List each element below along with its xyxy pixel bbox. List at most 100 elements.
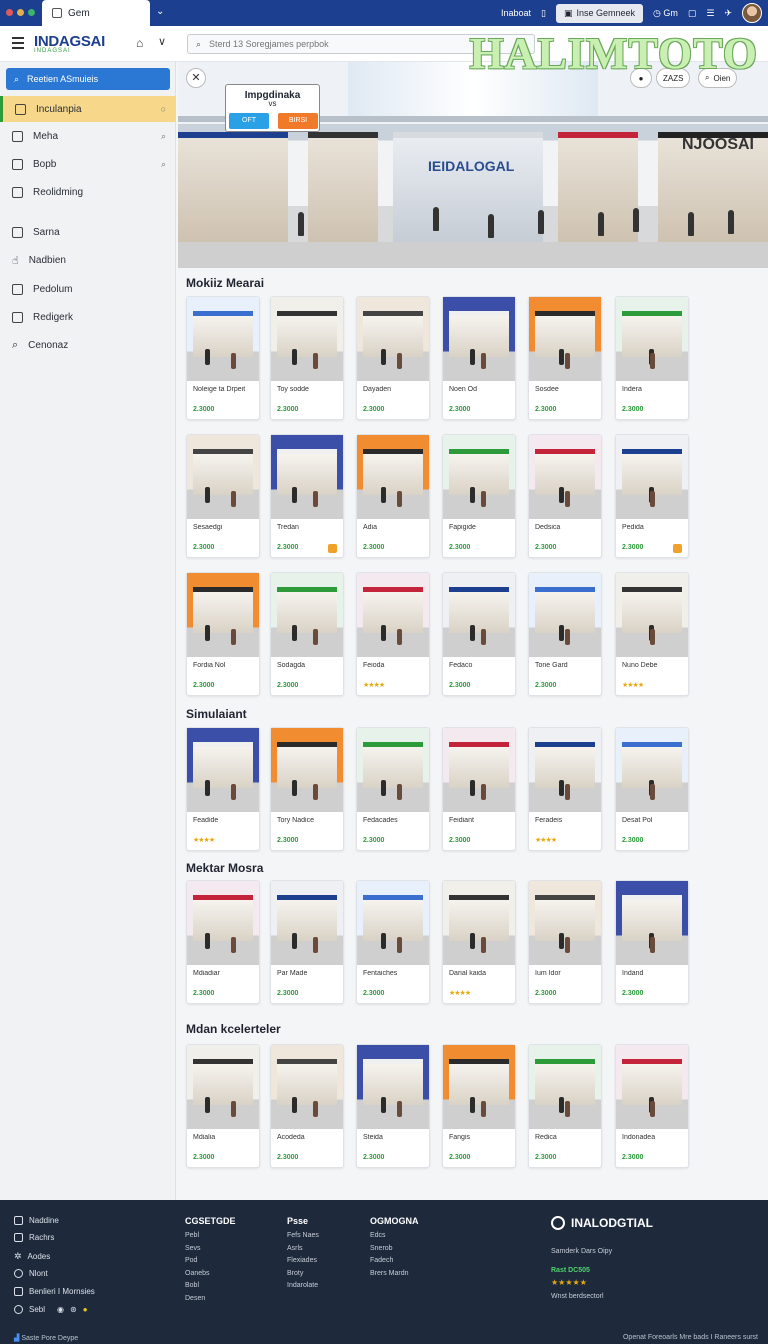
footer-item-4[interactable]: Nlont [14,1269,48,1278]
product-image[interactable] [357,728,429,812]
product-image[interactable] [271,435,343,519]
product-card[interactable]: Mdialia 2.3000 [186,1044,260,1168]
product-name[interactable]: Sodagda [277,662,343,669]
product-name[interactable]: Tone Gard [535,662,601,669]
product-card[interactable]: Fordia Nol 2.3000 [186,572,260,696]
footer-bottom-right[interactable]: Openat Foreoarls Mre bads I Raneers surs… [623,1334,758,1341]
product-image[interactable] [357,881,429,965]
product-card[interactable]: Mdiadiar 2.3000 [186,880,260,1004]
app-logo[interactable]: INDAGSAI INDAGSAI [34,33,105,54]
footer-item-2[interactable]: Rachrs [14,1233,54,1242]
footer-item-5[interactable]: Benlieri I Mornsies [14,1287,95,1296]
sidebar-item-3[interactable]: Bopb ⌕ [0,151,176,177]
product-card[interactable]: Fedacades 2.3000 [356,727,430,851]
product-card[interactable]: Indand 2.3000 [615,880,689,1004]
plane-icon[interactable]: ✈ [724,8,732,19]
menu-icon[interactable] [12,37,24,49]
product-name[interactable]: Nuno Debe [622,662,688,669]
product-card[interactable]: Par Made 2.3000 [270,880,344,1004]
product-name[interactable]: Fordia Nol [193,662,259,669]
browser-tab[interactable]: Gem [42,0,150,26]
product-card[interactable]: Sosdee 2.3000 [528,296,602,420]
product-card[interactable]: Fentaiches 2.3000 [356,880,430,1004]
chevron-down-icon[interactable]: ∨ [158,35,166,48]
product-name[interactable]: Adia [363,524,429,531]
product-card[interactable]: Acodeda 2.3000 [270,1044,344,1168]
home-icon[interactable]: ⌂ [136,36,143,50]
product-card[interactable]: Dedsica 2.3000 [528,434,602,558]
product-image[interactable] [443,297,515,381]
product-image[interactable] [529,435,601,519]
footer-link[interactable]: Snerob [370,1243,419,1256]
sidebar-item-7[interactable]: Pedolum [0,276,176,302]
product-name[interactable]: Fentaiches [363,970,429,977]
product-card[interactable]: Ium Idor 2.3000 [528,880,602,1004]
product-image[interactable] [529,297,601,381]
footer-link[interactable]: Sevs [185,1243,236,1256]
product-name[interactable]: Dedsica [535,524,601,531]
sidebar-item-5[interactable]: Sarna [0,219,176,245]
product-card[interactable]: Darial kaida ★★★★ [442,880,516,1004]
product-name[interactable]: Indand [622,970,688,977]
product-card[interactable]: Feadide ★★★★ [186,727,260,851]
product-image[interactable] [187,297,259,381]
product-name[interactable]: Fedacades [363,817,429,824]
footer-item-3[interactable]: ✲ Aodes [14,1251,50,1262]
promo-card[interactable]: Impgdinaka vs OFT BIRSI [225,84,320,132]
footer-link[interactable]: Asrls [287,1243,319,1256]
product-name[interactable]: Steida [363,1134,429,1141]
footer-link[interactable]: Edcs [370,1230,419,1243]
product-image[interactable] [271,573,343,657]
product-image[interactable] [187,728,259,812]
product-name[interactable]: Fangis [449,1134,515,1141]
sidebar-item-1[interactable]: Inculanpia ○ [0,96,176,122]
product-card[interactable]: Feioda ★★★★ [356,572,430,696]
product-name[interactable]: Desat Pol [622,817,688,824]
product-card[interactable]: Tredan 2.3000 [270,434,344,558]
product-image[interactable] [271,297,343,381]
product-image[interactable] [187,573,259,657]
toolbar-action-3[interactable]: ◷ Gm [653,8,678,19]
product-name[interactable]: Mdiadiar [193,970,259,977]
product-image[interactable] [271,881,343,965]
product-image[interactable] [187,435,259,519]
product-image[interactable] [443,881,515,965]
footer-link[interactable]: Brers Mardn [370,1268,419,1281]
product-image[interactable] [357,297,429,381]
product-image[interactable] [443,1045,515,1129]
product-image[interactable] [187,881,259,965]
product-card[interactable]: Indera 2.3000 [615,296,689,420]
product-card[interactable]: Sesaedgi 2.3000 [186,434,260,558]
sidebar-item-6[interactable]: ☝ Nadbien [0,247,176,273]
product-name[interactable]: Feadide [193,817,259,824]
product-card[interactable]: Tory Nadice 2.3000 [270,727,344,851]
sidebar-search-button[interactable]: ⌕ Reetien ASmuieis [6,68,170,90]
product-image[interactable] [616,573,688,657]
product-name[interactable]: Noen Od [449,386,515,393]
product-card[interactable]: Indonadea 2.3000 [615,1044,689,1168]
footer-link[interactable]: Indarolate [287,1280,319,1293]
product-card[interactable]: Feradeis ★★★★ [528,727,602,851]
product-image[interactable] [529,573,601,657]
product-card[interactable]: Nuno Debe ★★★★ [615,572,689,696]
footer-link[interactable]: Bobl [185,1280,236,1293]
footer-link[interactable]: Desen [185,1293,236,1306]
product-card[interactable]: Toy sodde 2.3000 [270,296,344,420]
footer-link[interactable]: Broty [287,1268,319,1281]
sidebar-item-4[interactable]: Reolidming [0,179,176,205]
toolbar-chip[interactable]: ▣ Inse Gemneek [555,3,643,23]
product-name[interactable]: Fapigide [449,524,515,531]
product-name[interactable]: Sesaedgi [193,524,259,531]
promo-button-1[interactable]: OFT [229,113,269,129]
product-card[interactable]: Pedida 2.3000 [615,434,689,558]
product-name[interactable]: Sosdee [535,386,601,393]
footer-bottom-left[interactable]: ▟ Saste Pore Deype [14,1334,78,1342]
product-image[interactable] [616,435,688,519]
product-name[interactable]: Tredan [277,524,343,531]
product-image[interactable] [616,297,688,381]
product-card[interactable]: Dayaden 2.3000 [356,296,430,420]
footer-link[interactable]: Flexiades [287,1255,319,1268]
product-card[interactable]: Sodagda 2.3000 [270,572,344,696]
product-image[interactable] [529,1045,601,1129]
toolbar-action-1[interactable]: Inaboat [501,8,531,18]
